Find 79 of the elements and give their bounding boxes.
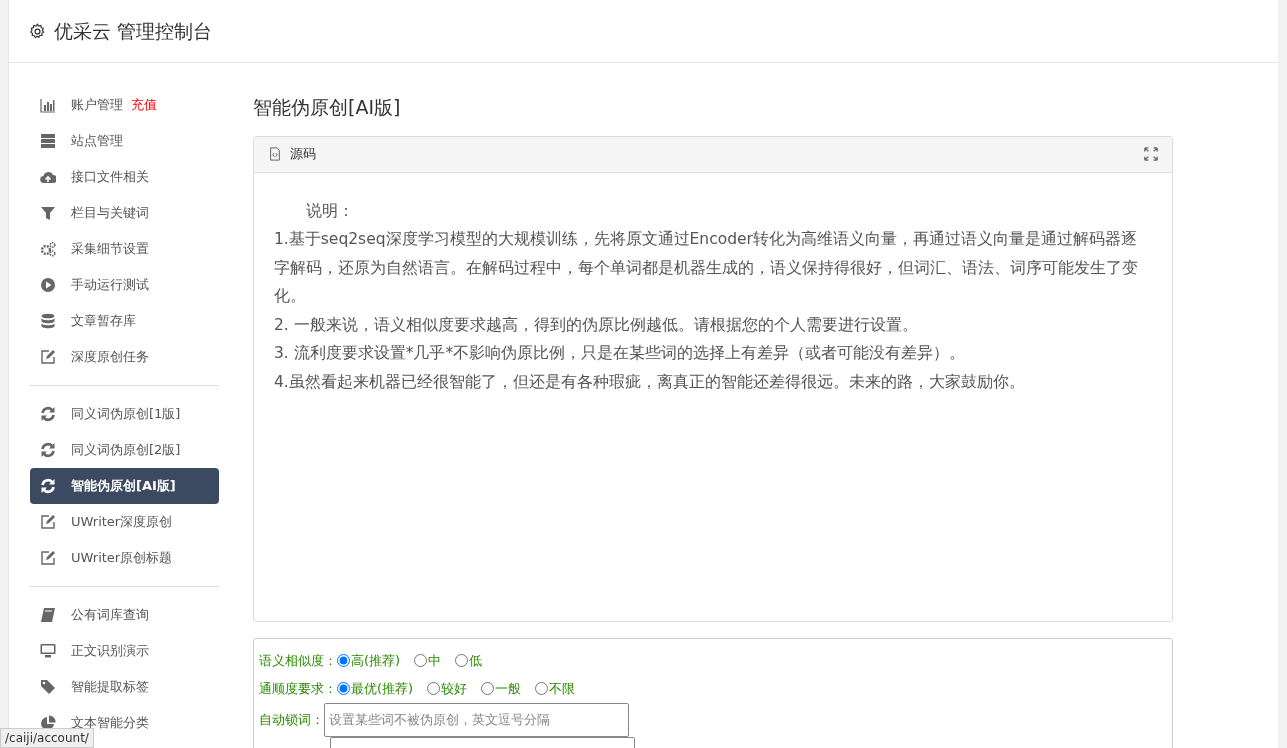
expand-icon: [1144, 147, 1158, 161]
editor-paragraph: 4.虽然看起来机器已经很智能了，但还是有各种瑕疵，离真正的智能还差得很远。未来的路，大家鼓励你。: [274, 371, 1026, 393]
monitor-icon: [40, 643, 56, 659]
menu-label: 智能伪原创[AI版]: [71, 477, 176, 496]
editor-paragraph: 2. 一般来说，语义相似度要求越高，得到的伪原比例越低。请根据您的个人需要进行设置。: [274, 314, 919, 336]
option-label: 不限: [549, 679, 576, 698]
editor-paragraph: 1.基于seq2seq深度学习模型的大规模训练，先将原文通过Encoder转化为高维语义向量，再通过语义向量是通过解码器逐字解码，还原为自然语言。在解码过程中，每个单词都是机器生成的，语义保持得很好，但词汇、语法、词序可能发生了变化。: [274, 229, 1139, 307]
book-icon: [40, 607, 56, 623]
option-label: 高(推荐): [351, 651, 401, 670]
sidebar-item[interactable]: 智能提取标签: [30, 669, 219, 705]
refresh-icon: [40, 406, 56, 422]
sidebar-item[interactable]: 站点管理: [30, 123, 219, 159]
menu-label: 文章暂存库: [71, 312, 136, 331]
menu-label: UWriter原创标题: [71, 549, 173, 568]
sidebar-item[interactable]: 同义词伪原创[1版]: [30, 396, 219, 432]
edit-icon: [40, 550, 56, 566]
field-label: 语义相似度：: [259, 651, 337, 670]
menu-label: 深度原创任务: [71, 348, 149, 367]
menu-label: 栏目与关键词: [71, 204, 149, 223]
menu-label: 同义词伪原创[1版]: [71, 405, 181, 424]
radio-button[interactable]: [337, 682, 350, 695]
editor-paragraph: 3. 流利度要求设置*几乎*不影响伪原比例，只是在某些词的选择上有差异（或者可能没有差异）。: [274, 343, 967, 364]
option-label: 较好: [441, 679, 468, 698]
database-icon: [40, 313, 56, 329]
sidebar-item[interactable]: 正文识别演示: [30, 633, 219, 669]
recharge-link[interactable]: 充值: [131, 95, 157, 115]
option-label: 低: [469, 651, 483, 670]
menu-label: 采集细节设置: [71, 240, 149, 259]
edit-icon: [40, 514, 56, 530]
sidebar-item[interactable]: 文章暂存库: [30, 303, 219, 339]
refresh-icon: [40, 442, 56, 458]
sidebar-item[interactable]: 账户管理 充值: [30, 87, 219, 123]
refresh-icon: [40, 478, 56, 494]
cloud-upload-icon: [40, 169, 56, 185]
tag-icon: [40, 679, 56, 695]
sidebar-item[interactable]: 手动运行测试: [30, 267, 219, 303]
radio-button[interactable]: [535, 682, 549, 695]
sidebar-item[interactable]: 深度原创任务: [30, 339, 219, 375]
pie-chart-icon: [40, 715, 56, 731]
option-label: 最优(推荐): [351, 679, 414, 698]
file-code-icon: [268, 147, 282, 161]
sidebar-item[interactable]: 智能伪原创[AI版]: [30, 468, 219, 504]
text-field[interactable]: 设置某些词不被伪原创，英文逗号分隔: [324, 702, 629, 737]
menu-label: 站点管理: [71, 132, 123, 151]
server-icon: [40, 133, 56, 149]
menu-label: 智能提取标签: [71, 678, 149, 697]
play-icon: [40, 277, 56, 293]
section-title: 智能伪原创[AI版]: [253, 95, 402, 120]
sidebar-item[interactable]: 接口文件相关: [30, 159, 219, 195]
radio-button[interactable]: [455, 654, 469, 667]
page-title: 优采云 管理控制台: [54, 18, 213, 44]
menu-label: 账户管理: [71, 96, 123, 115]
filter-icon: [40, 205, 56, 221]
edit-icon: [40, 349, 56, 365]
sidebar-item[interactable]: UWriter原创标题: [30, 540, 219, 576]
option-label: 一般: [495, 679, 522, 698]
radio-button[interactable]: [481, 682, 495, 695]
bar-chart-icon: [40, 97, 56, 113]
menu-label: 正文识别演示: [71, 642, 149, 661]
option-label: 中: [428, 651, 442, 670]
status-url: /caiji/account/: [0, 728, 94, 748]
field-label: 通顺度要求：: [259, 679, 337, 698]
sidebar-item[interactable]: 公有词库查询: [30, 597, 219, 633]
radio-button[interactable]: [414, 654, 428, 667]
radio-button[interactable]: [427, 682, 441, 695]
menu-label: 公有词库查询: [71, 606, 149, 625]
sidebar-item[interactable]: UWriter深度原创: [30, 504, 219, 540]
editor-paragraph: 说明：: [305, 200, 355, 222]
sidebar-item[interactable]: 采集细节设置: [30, 231, 219, 267]
menu-label: 同义词伪原创[2版]: [71, 441, 181, 460]
sidebar-item[interactable]: 栏目与关键词: [30, 195, 219, 231]
menu-label: UWriter深度原创: [71, 513, 173, 532]
menu-label: 接口文件相关: [71, 168, 149, 187]
radio-button[interactable]: [337, 654, 350, 667]
sidebar-item[interactable]: 同义词伪原创[2版]: [30, 432, 219, 468]
menu-label: 手动运行测试: [71, 276, 149, 295]
settings-icon: [29, 22, 46, 40]
field-label: 自动锁词：: [259, 710, 324, 729]
source-button[interactable]: 源码: [290, 144, 316, 164]
